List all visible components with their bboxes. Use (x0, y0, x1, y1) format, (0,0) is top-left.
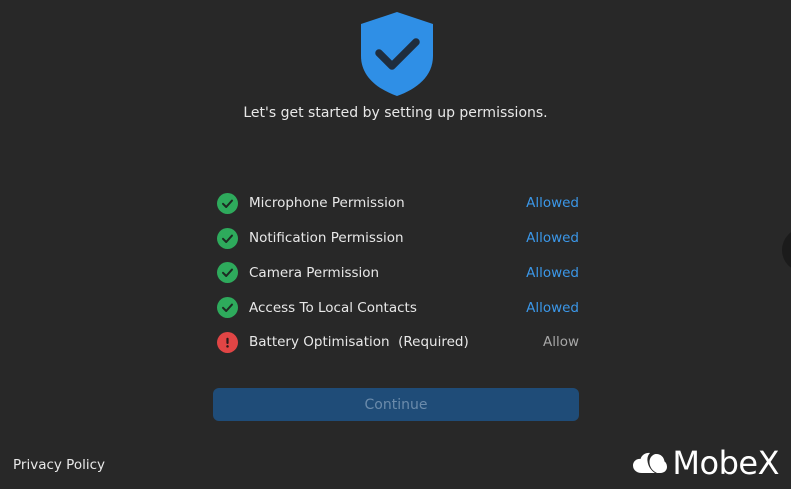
brand-name: MobeX (672, 444, 779, 482)
permission-label: Camera Permission (249, 264, 380, 281)
permission-status-allowed: Allowed (526, 299, 579, 316)
cloud-logo-icon (633, 452, 668, 473)
permission-list: Microphone Permission Allowed Notificati… (216, 186, 580, 360)
brand-logo: MobeX (633, 447, 779, 479)
permission-label: Battery Optimisation (Required) (249, 334, 469, 351)
permission-row-camera: Camera Permission Allowed (216, 256, 580, 291)
allow-battery-optimisation-button[interactable]: Allow (543, 334, 579, 350)
permission-row-notification: Notification Permission Allowed (216, 221, 580, 256)
permission-status-allowed: Allowed (526, 195, 579, 212)
shield-check-icon (361, 12, 433, 96)
permission-status-allowed: Allowed (526, 230, 579, 247)
check-circle-icon (217, 297, 238, 319)
intro-text: Let's get started by setting up permissi… (243, 105, 548, 121)
side-scroll-handle[interactable] (782, 228, 791, 272)
check-circle-icon (217, 192, 238, 214)
continue-button[interactable]: Continue (213, 388, 579, 421)
alert-circle-icon (217, 331, 238, 353)
privacy-policy-link[interactable]: Privacy Policy (13, 457, 105, 473)
permission-label: Notification Permission (249, 230, 404, 247)
check-circle-icon (217, 262, 238, 284)
permission-label: Access To Local Contacts (249, 299, 417, 316)
permission-label: Microphone Permission (249, 195, 405, 212)
permission-status-allowed: Allowed (526, 264, 579, 281)
permission-row-microphone: Microphone Permission Allowed (216, 186, 580, 221)
permission-row-contacts: Access To Local Contacts Allowed (216, 290, 580, 325)
permission-row-battery: Battery Optimisation (Required) Allow (216, 325, 580, 360)
check-circle-icon (217, 227, 238, 249)
